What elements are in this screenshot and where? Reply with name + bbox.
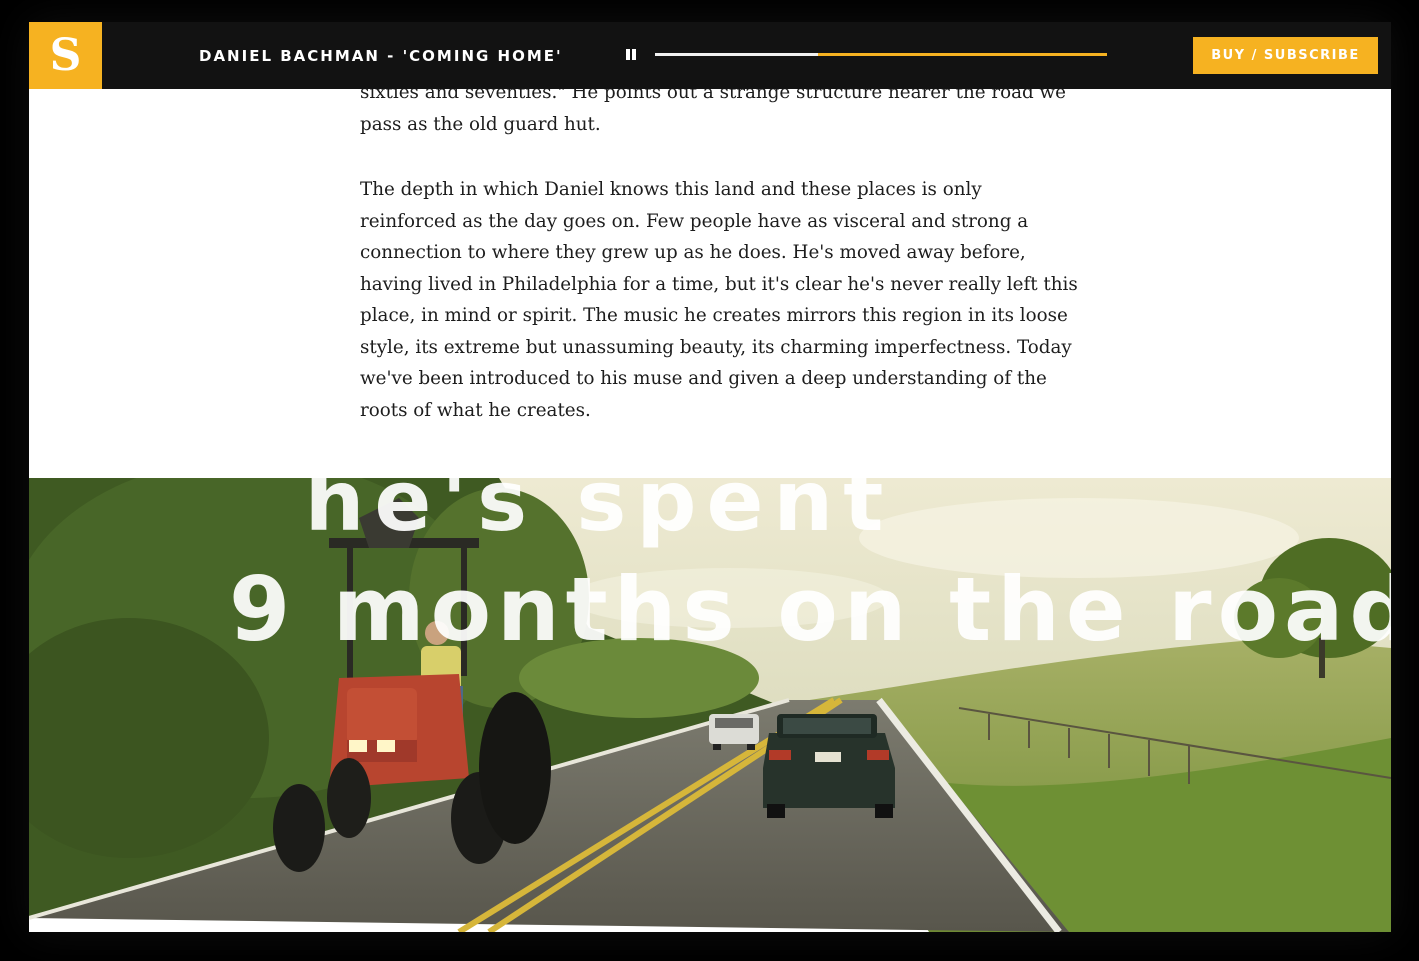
progress-bar[interactable] xyxy=(655,53,1107,56)
progress-played xyxy=(655,53,818,56)
buy-subscribe-button[interactable]: BUY / SUBSCRIBE xyxy=(1193,37,1378,74)
overlay-line-2: 9 months on the road. xyxy=(229,558,1391,661)
road-tractor-photo: he's spent 9 months on the road. xyxy=(29,478,1391,932)
browser-viewport: S DANIEL BACHMAN - 'COMING HOME' BUY / S… xyxy=(29,22,1391,932)
logo-letter: S xyxy=(49,29,82,81)
site-logo[interactable]: S xyxy=(29,22,102,89)
pause-icon[interactable] xyxy=(623,47,639,63)
now-playing-title: DANIEL BACHMAN - 'COMING HOME' xyxy=(199,46,563,65)
paragraph-2: The depth in which Daniel knows this lan… xyxy=(360,179,1078,421)
article-body: sixties and seventies." He points out a … xyxy=(360,77,1080,460)
audio-player-bar: S DANIEL BACHMAN - 'COMING HOME' BUY / S… xyxy=(29,22,1391,89)
overlay-line-1: he's spent xyxy=(305,478,894,550)
